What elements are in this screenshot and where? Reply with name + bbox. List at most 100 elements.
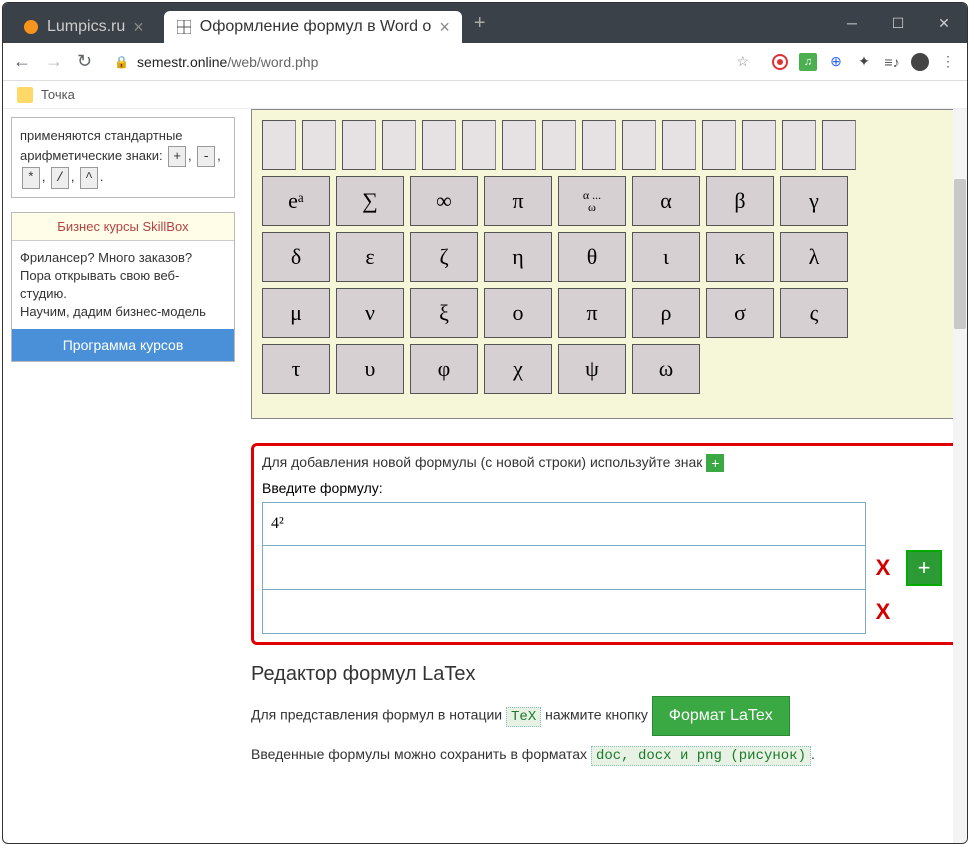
close-icon[interactable]: × [133,17,144,38]
scrollbar[interactable] [953,109,967,843]
reload-button[interactable]: ↻ [77,51,92,72]
key-blank[interactable] [702,120,736,170]
formula-input-1[interactable] [262,502,866,546]
tab-semestr[interactable]: Оформление формул в Word о × [164,11,462,43]
key-beta[interactable]: β [706,176,774,226]
lumpics-favicon [23,19,39,35]
key-blank[interactable] [382,120,416,170]
key-rho[interactable]: ρ [632,288,700,338]
key-chi[interactable]: χ [484,344,552,394]
tab-title: Оформление формул в Word о [200,18,432,36]
close-window-button[interactable]: ✕ [921,3,967,43]
navbar: ← → ↻ 🔒 semestr.online/web/word.php ☆ ♫ … [3,43,967,81]
op-pow[interactable]: ^ [80,167,98,189]
key-omicron[interactable]: ο [484,288,552,338]
address-bar[interactable]: 🔒 semestr.online/web/word.php ☆ [106,53,757,70]
scroll-thumb[interactable] [954,179,966,329]
key-blank[interactable] [782,120,816,170]
key-lambda[interactable]: λ [780,232,848,282]
star-icon[interactable]: ☆ [736,53,749,70]
key-tau[interactable]: τ [262,344,330,394]
close-icon[interactable]: × [439,17,450,38]
key-kappa[interactable]: κ [706,232,774,282]
latex-line2: Введенные формулы можно сохранить в форм… [251,746,959,764]
tab-lumpics[interactable]: Lumpics.ru × [11,11,156,43]
key-pi[interactable]: π [484,176,552,226]
latex-line1: Для представления формул в нотации TeX н… [251,696,959,736]
titlebar: Lumpics.ru × Оформление формул в Word о … [3,3,967,43]
plus-chip: + [706,454,724,472]
lock-icon: 🔒 [114,55,129,69]
key-xi[interactable]: ξ [410,288,478,338]
input-label: Введите формулу: [262,480,948,496]
key-blank[interactable] [662,120,696,170]
key-pi2[interactable]: π [558,288,626,338]
key-sum[interactable]: ∑ [336,176,404,226]
key-sigma2[interactable]: ς [780,288,848,338]
back-button[interactable]: ← [13,51,31,72]
key-nu[interactable]: ν [336,288,404,338]
key-blank[interactable] [422,120,456,170]
key-blank[interactable] [542,120,576,170]
op-minus[interactable]: - [197,146,215,168]
formula-input-2[interactable] [262,546,866,590]
key-omega[interactable]: ω [632,344,700,394]
key-epsilon[interactable]: ε [336,232,404,282]
key-alpha[interactable]: α [632,176,700,226]
key-delta[interactable]: δ [262,232,330,282]
menu-icon[interactable]: ⋮ [939,53,957,71]
skillbox-title: Бизнес курсы SkillBox [12,213,234,241]
key-blank[interactable] [342,120,376,170]
operators-note: применяются стандартные арифметические з… [11,117,235,198]
key-upsilon[interactable]: υ [336,344,404,394]
extensions-icon[interactable]: ✦ [855,53,873,71]
op-mult[interactable]: * [22,167,40,189]
new-tab-button[interactable]: + [474,12,486,35]
key-psi[interactable]: ψ [558,344,626,394]
key-gamma[interactable]: γ [780,176,848,226]
key-blank[interactable] [742,120,776,170]
maximize-button[interactable]: ☐ [875,3,921,43]
ext-music-icon[interactable]: ♫ [799,53,817,71]
key-exp[interactable]: eᵃ [262,176,330,226]
ext-globe-icon[interactable]: ⊕ [827,53,845,71]
op-plus[interactable]: + [168,146,186,168]
avatar[interactable] [911,53,929,71]
formats-chip: doc, docx и png (рисунок) [591,746,811,766]
tab-title: Lumpics.ru [47,18,125,36]
delete-row-2[interactable]: X [876,546,891,590]
ext-playlist-icon[interactable]: ≡♪ [883,53,901,71]
key-sigma[interactable]: σ [706,288,774,338]
key-blank[interactable] [262,120,296,170]
word-favicon [176,19,192,35]
key-blank[interactable] [822,120,856,170]
key-blank[interactable] [462,120,496,170]
key-zeta[interactable]: ζ [410,232,478,282]
op-div[interactable]: / [51,167,69,189]
skillbox-button[interactable]: Программа курсов [12,329,234,361]
bookmark-item[interactable]: Точка [41,87,75,102]
tip-text: Для добавления новой формулы (с новой ст… [262,454,948,472]
skillbox-ad: Бизнес курсы SkillBox Фрилансер? Много з… [11,212,235,363]
key-mu[interactable]: μ [262,288,330,338]
formula-input-3[interactable] [262,590,866,634]
latex-title: Редактор формул LaTex [251,663,959,686]
key-blank[interactable] [582,120,616,170]
key-eta[interactable]: η [484,232,552,282]
add-row-button[interactable]: + [906,550,942,586]
key-greek-range[interactable]: α ... ω [558,176,626,226]
key-blank[interactable] [302,120,336,170]
ext-opera-icon[interactable] [771,53,789,71]
key-blank[interactable] [502,120,536,170]
key-phi[interactable]: φ [410,344,478,394]
main-content: eᵃ ∑ ∞ π α ... ω α β γ δ ε ζ η θ ι κ [243,109,967,843]
minimize-button[interactable]: ─ [829,3,875,43]
latex-format-button[interactable]: Формат LaTex [652,696,790,736]
sidebar: применяются стандартные арифметические з… [3,109,243,843]
key-infinity[interactable]: ∞ [410,176,478,226]
delete-row-3[interactable]: X [876,590,891,634]
key-theta[interactable]: θ [558,232,626,282]
key-iota[interactable]: ι [632,232,700,282]
forward-button[interactable]: → [45,51,63,72]
key-blank[interactable] [622,120,656,170]
